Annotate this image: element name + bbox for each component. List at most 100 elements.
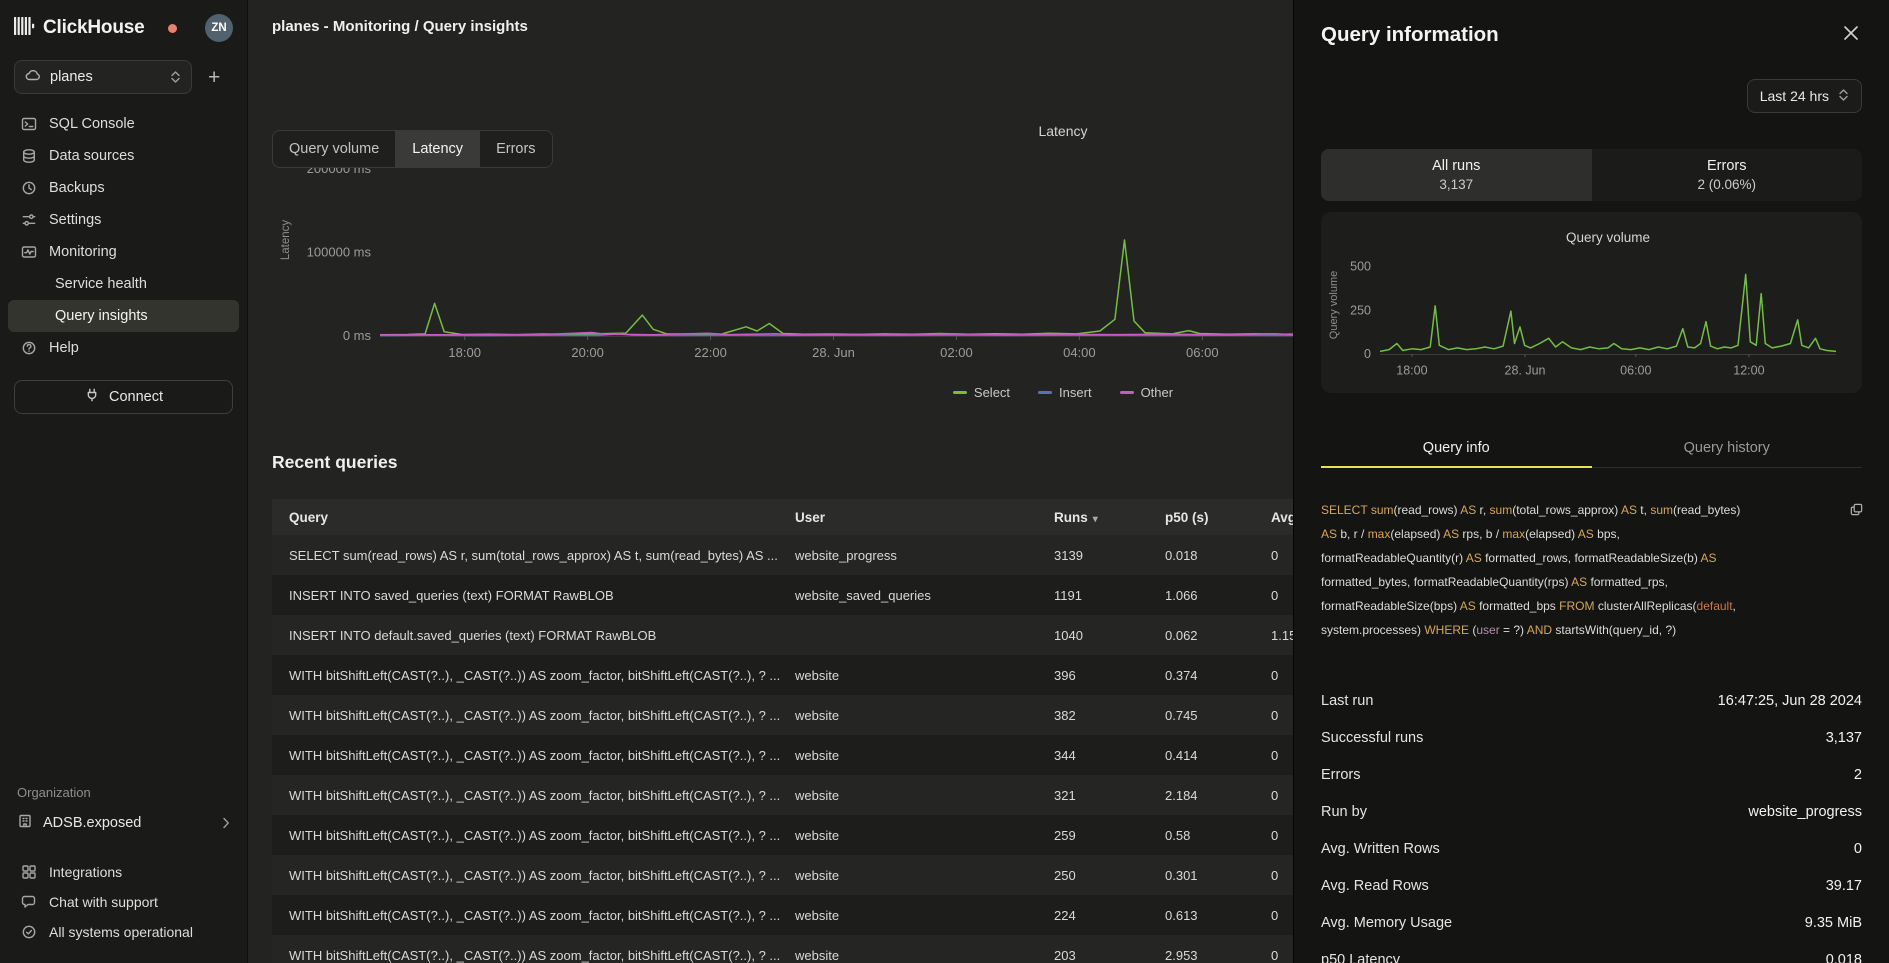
- query-cell: WITH bitShiftLeft(CAST(?..), _CAST(?..))…: [289, 828, 795, 843]
- clickhouse-logo-icon: [14, 17, 35, 40]
- detail-value: 39.17: [1826, 878, 1862, 894]
- all-runs-label: All runs: [1432, 158, 1480, 174]
- service-selector[interactable]: planes: [14, 60, 192, 94]
- avatar[interactable]: ZN: [205, 14, 233, 42]
- sidebar-item-label: Settings: [49, 212, 101, 228]
- user-cell: website: [795, 708, 1054, 723]
- chevron-updown-icon: [1838, 88, 1849, 104]
- query-cell: WITH bitShiftLeft(CAST(?..), _CAST(?..))…: [289, 948, 795, 963]
- runs-cell: 259: [1054, 828, 1165, 843]
- legend-item[interactable]: Select: [953, 385, 1010, 400]
- sidebar-item-backups[interactable]: Backups: [8, 172, 239, 204]
- code-line: SELECT sum(read_rows) AS r, sum(total_ro…: [1321, 498, 1862, 522]
- service-name: planes: [50, 69, 93, 85]
- sidebar-item-integrations[interactable]: Integrations: [8, 857, 239, 887]
- column-header-p50[interactable]: p50 (s): [1165, 510, 1271, 525]
- chevron-right-icon: [222, 817, 230, 829]
- p50-cell: 2.184: [1165, 788, 1271, 803]
- user-cell: website: [795, 908, 1054, 923]
- query-cell: WITH bitShiftLeft(CAST(?..), _CAST(?..))…: [289, 708, 795, 723]
- errors-tab[interactable]: Errors 2 (0.06%): [1592, 149, 1863, 201]
- p50-cell: 0.374: [1165, 668, 1271, 683]
- legend-item[interactable]: Other: [1120, 385, 1174, 400]
- legend-item[interactable]: Insert: [1038, 385, 1092, 400]
- sidebar-item-system-status[interactable]: All systems operational: [8, 917, 239, 947]
- runs-cell: 396: [1054, 668, 1165, 683]
- tab-query-history[interactable]: Query history: [1592, 431, 1863, 467]
- query-cell: WITH bitShiftLeft(CAST(?..), _CAST(?..))…: [289, 908, 795, 923]
- code-line: system.processes) WHERE (user = ?) AND s…: [1321, 618, 1862, 642]
- tab-query-info[interactable]: Query info: [1321, 431, 1592, 467]
- close-button[interactable]: [1840, 22, 1862, 47]
- organization-selector[interactable]: ADSB.exposed: [0, 809, 247, 851]
- p50-cell: 0.58: [1165, 828, 1271, 843]
- runs-cell: 250: [1054, 868, 1165, 883]
- chevron-updown-icon: [170, 71, 181, 83]
- detail-label: Successful runs: [1321, 730, 1423, 746]
- copy-button[interactable]: [1847, 500, 1866, 522]
- sidebar: ClickHouse ZN planes + SQL Console Data …: [0, 0, 247, 963]
- query-information-panel: Query information Last 24 hrs All runs 3…: [1294, 0, 1889, 963]
- sidebar-item-query-insights[interactable]: Query insights: [8, 300, 239, 332]
- p50-cell: 0.414: [1165, 748, 1271, 763]
- sidebar-item-label: Backups: [49, 180, 105, 196]
- query-volume-chart: 025050018:0028. Jun06:0012:00Query volum…: [1321, 212, 1862, 393]
- all-runs-tab[interactable]: All runs 3,137: [1321, 149, 1592, 201]
- sidebar-item-monitoring[interactable]: Monitoring: [8, 236, 239, 268]
- time-range-row: Last 24 hrs: [1321, 79, 1862, 113]
- legend-label: Select: [974, 385, 1010, 400]
- monitor-icon: [21, 244, 37, 260]
- sidebar-item-sql-console[interactable]: SQL Console: [8, 108, 239, 140]
- svg-text:100000 ms: 100000 ms: [307, 245, 372, 260]
- user-cell: website: [795, 828, 1054, 843]
- column-header-runs[interactable]: Runs▾: [1054, 510, 1165, 525]
- sidebar-item-service-health[interactable]: Service health: [8, 268, 239, 300]
- svg-text:18:00: 18:00: [448, 345, 481, 360]
- query-volume-card: 025050018:0028. Jun06:0012:00Query volum…: [1321, 212, 1862, 393]
- sidebar-item-label: Help: [49, 340, 79, 356]
- runs-cell: 3139: [1054, 548, 1165, 563]
- sidebar-item-label: Data sources: [49, 148, 134, 164]
- svg-text:04:00: 04:00: [1063, 345, 1096, 360]
- sidebar-item-chat-support[interactable]: Chat with support: [8, 887, 239, 917]
- panel-tabs: Query info Query history: [1321, 431, 1862, 468]
- svg-text:06:00: 06:00: [1620, 364, 1651, 378]
- detail-label: Avg. Memory Usage: [1321, 915, 1452, 931]
- detail-row: Last run16:47:25, Jun 28 2024: [1321, 682, 1862, 719]
- user-cell: website: [795, 868, 1054, 883]
- sidebar-item-settings[interactable]: Settings: [8, 204, 239, 236]
- detail-row: Avg. Written Rows0: [1321, 830, 1862, 867]
- tab-query-volume[interactable]: Query volume: [273, 131, 396, 167]
- brand-name: ClickHouse: [43, 17, 144, 39]
- runs-errors-toggle: All runs 3,137 Errors 2 (0.06%): [1321, 149, 1862, 201]
- tab-latency[interactable]: Latency: [396, 131, 480, 167]
- p50-cell: 0.018: [1165, 548, 1271, 563]
- query-cell: WITH bitShiftLeft(CAST(?..), _CAST(?..))…: [289, 668, 795, 683]
- legend-swatch: [953, 391, 967, 394]
- building-icon: [17, 813, 33, 833]
- time-range-selector[interactable]: Last 24 hrs: [1747, 79, 1862, 113]
- runs-cell: 224: [1054, 908, 1165, 923]
- legend-label: Other: [1141, 385, 1174, 400]
- sort-desc-icon: ▾: [1093, 514, 1098, 525]
- tab-errors[interactable]: Errors: [480, 131, 551, 167]
- detail-value: 16:47:25, Jun 28 2024: [1718, 693, 1862, 709]
- close-icon: [1844, 26, 1858, 43]
- status-dot: [168, 24, 177, 33]
- column-header-query[interactable]: Query: [289, 510, 795, 525]
- code-line: formatReadableSize(bps) AS formatted_bps…: [1321, 594, 1862, 618]
- svg-text:20:00: 20:00: [571, 345, 604, 360]
- sidebar-item-label: Monitoring: [49, 244, 117, 260]
- sidebar-item-help[interactable]: Help: [8, 332, 239, 364]
- query-cell: INSERT INTO saved_queries (text) FORMAT …: [289, 588, 795, 603]
- detail-row: Run bywebsite_progress: [1321, 793, 1862, 830]
- connect-button[interactable]: Connect: [14, 380, 233, 414]
- query-cell: WITH bitShiftLeft(CAST(?..), _CAST(?..))…: [289, 748, 795, 763]
- column-header-user[interactable]: User: [795, 510, 1054, 525]
- add-service-button[interactable]: +: [204, 65, 224, 90]
- code-line: AS b, r / max(elapsed) AS rps, b / max(e…: [1321, 522, 1862, 546]
- detail-row: Successful runs3,137: [1321, 719, 1862, 756]
- svg-text:22:00: 22:00: [694, 345, 727, 360]
- sidebar-item-data-sources[interactable]: Data sources: [8, 140, 239, 172]
- detail-label: p50 Latency: [1321, 952, 1400, 963]
